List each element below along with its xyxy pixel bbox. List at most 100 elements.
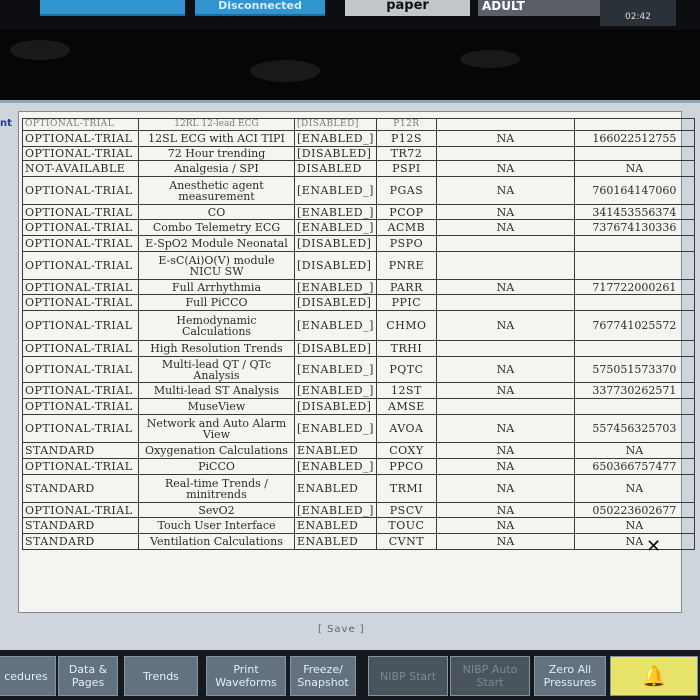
enabled-cell[interactable]: ENABLED bbox=[294, 474, 377, 503]
trial-cell: NA bbox=[435, 442, 575, 459]
enabled-cell[interactable]: [ENABLED_] bbox=[294, 458, 377, 475]
enabled-cell[interactable]: [DISABLED] bbox=[294, 235, 377, 252]
trial-cell: NA bbox=[435, 204, 575, 220]
code-cell: CHMO bbox=[375, 310, 437, 341]
feature-name-cell: Full PiCCO bbox=[138, 294, 295, 311]
feature-name-cell: CO bbox=[138, 204, 295, 220]
table-row[interactable]: OPTIONAL-TRIAL PiCCO [ENABLED_] PPCO NA 65036… bbox=[22, 458, 695, 475]
feature-name-cell: Ventilation Calculations bbox=[138, 533, 295, 550]
disconnected-button[interactable]: Disconnected bbox=[195, 0, 325, 16]
toolbar-button[interactable]: cedures bbox=[0, 656, 56, 696]
trial-cell bbox=[435, 235, 575, 252]
table-row[interactable]: STANDARD Oxygenation Calculations ENABLED C… bbox=[22, 442, 695, 459]
code-cell: PPIC bbox=[375, 294, 437, 311]
feature-name-cell: SevO2 bbox=[138, 502, 295, 518]
table-row[interactable]: OPTIONAL-TRIAL Multi-lead QT / QTc Analys… bbox=[22, 356, 695, 383]
top-status-bar: Disconnected paper ADULT 02:42 bbox=[0, 0, 700, 30]
code-cell: PSPO bbox=[375, 235, 437, 252]
enabled-cell[interactable]: [ENABLED_] bbox=[294, 382, 377, 399]
status-cell: OPTIONAL-TRIAL bbox=[22, 219, 139, 236]
alarm-bell-icon[interactable]: 🔔 bbox=[610, 656, 698, 696]
code-cell: PNRE bbox=[375, 251, 437, 280]
enabled-cell[interactable]: [DISABLED] bbox=[294, 398, 377, 415]
code-cell: TRHI bbox=[375, 340, 437, 357]
toolbar-button[interactable]: Trends bbox=[124, 656, 198, 696]
status-cell: OPTIONAL-TRIAL bbox=[22, 251, 139, 280]
close-icon[interactable]: ✕ bbox=[646, 536, 661, 557]
table-row[interactable]: OPTIONAL-TRIAL 12SL ECG with ACI TIPI [ENA… bbox=[22, 130, 695, 147]
table-row[interactable]: OPTIONAL-TRIAL Full PiCCO [DISABLED] PPIC bbox=[22, 294, 695, 311]
table-row[interactable]: OPTIONAL-TRIAL Combo Telemetry ECG [ENABLE… bbox=[22, 219, 695, 236]
table-row[interactable]: OPTIONAL-TRIAL CO [ENABLED_] PCOP NA 34145355… bbox=[22, 204, 695, 220]
table-row[interactable]: STANDARD Ventilation Calculations ENABLED C… bbox=[22, 533, 695, 550]
toolbar-button[interactable]: NIBP Auto Start bbox=[450, 656, 530, 696]
table-row[interactable]: OPTIONAL-TRIAL E-SpO2 Module Neonatal [DIS… bbox=[22, 235, 695, 252]
status-cell: OPTIONAL-TRIAL bbox=[22, 130, 139, 147]
enabled-cell[interactable]: ENABLED bbox=[294, 517, 377, 534]
enabled-cell[interactable]: ENABLED bbox=[294, 442, 377, 459]
toolbar-button[interactable]: Zero All Pressures bbox=[534, 656, 606, 696]
enabled-cell[interactable]: [DISABLED] bbox=[294, 251, 377, 280]
save-button[interactable]: [ Save ] bbox=[318, 624, 365, 635]
code-cell: ACMB bbox=[375, 219, 437, 236]
side-tab-label[interactable]: nt bbox=[0, 118, 12, 129]
toolbar-button[interactable]: Freeze/ Snapshot bbox=[290, 656, 356, 696]
enabled-cell[interactable]: DISABLED bbox=[294, 160, 377, 177]
key-cell: 737674130336 bbox=[573, 219, 695, 236]
table-row[interactable]: OPTIONAL-TRIAL 72 Hour trending [DISABLED]… bbox=[22, 146, 695, 161]
code-cell: COXY bbox=[375, 442, 437, 459]
enabled-cell[interactable]: [ENABLED_] bbox=[294, 310, 377, 341]
key-cell: 767741025572 bbox=[573, 310, 695, 341]
feature-options-table: OPTIONAL-TRIAL 12RL 12-lead ECG [DISABLE… bbox=[22, 118, 695, 550]
table-row[interactable]: OPTIONAL-TRIAL Multi-lead ST Analysis [ENA… bbox=[22, 382, 695, 399]
trial-cell: NA bbox=[435, 356, 575, 383]
enabled-cell[interactable]: [ENABLED_] bbox=[294, 219, 377, 236]
toolbar-button[interactable]: Print Waveforms bbox=[206, 656, 286, 696]
table-row[interactable]: STANDARD Real-time Trends / minitrends ENA… bbox=[22, 474, 695, 503]
paper-button[interactable]: paper bbox=[345, 0, 470, 16]
status-cell: STANDARD bbox=[22, 442, 139, 459]
table-row[interactable]: OPTIONAL-TRIAL MuseView [DISABLED] AMSE bbox=[22, 398, 695, 415]
connection-button[interactable] bbox=[40, 0, 185, 16]
table-row[interactable]: NOT-AVAILABLE Analgesia / SPI DISABLED PSPI… bbox=[22, 160, 695, 177]
table-row[interactable]: OPTIONAL-TRIAL Full Arrhythmia [ENABLED_] P… bbox=[22, 279, 695, 295]
enabled-cell[interactable]: [DISABLED] bbox=[294, 118, 377, 131]
code-cell: TR72 bbox=[375, 146, 437, 161]
toolbar-button[interactable]: NIBP Start bbox=[368, 656, 448, 696]
enabled-cell[interactable]: [ENABLED_] bbox=[294, 176, 377, 205]
code-cell: PCOP bbox=[375, 204, 437, 220]
table-row[interactable]: OPTIONAL-TRIAL Anesthetic agent measureme… bbox=[22, 176, 695, 205]
table-row[interactable]: OPTIONAL-TRIAL SevO2 [ENABLED_] PSCV NA 05022… bbox=[22, 502, 695, 518]
table-row[interactable]: OPTIONAL-TRIAL Hemodynamic Calculations [E… bbox=[22, 310, 695, 341]
toolbar-button[interactable]: Data & Pages bbox=[58, 656, 118, 696]
enabled-cell[interactable]: [ENABLED_] bbox=[294, 130, 377, 147]
table-row-partial: OPTIONAL-TRIAL 12RL 12-lead ECG [DISABLE… bbox=[22, 118, 695, 131]
key-cell bbox=[573, 294, 695, 311]
enabled-cell[interactable]: [ENABLED_] bbox=[294, 279, 377, 295]
table-row[interactable]: OPTIONAL-TRIAL High Resolution Trends [DIS… bbox=[22, 340, 695, 357]
enabled-cell[interactable]: [ENABLED_] bbox=[294, 414, 377, 443]
table-row[interactable]: OPTIONAL-TRIAL Network and Auto Alarm Vie… bbox=[22, 414, 695, 443]
enabled-cell[interactable]: [DISABLED] bbox=[294, 146, 377, 161]
key-cell: 650366757477 bbox=[573, 458, 695, 475]
trial-cell: NA bbox=[435, 130, 575, 147]
enabled-cell[interactable]: [ENABLED_] bbox=[294, 204, 377, 220]
code-cell: PGAS bbox=[375, 176, 437, 205]
enabled-cell[interactable]: [DISABLED] bbox=[294, 294, 377, 311]
enabled-cell[interactable]: [ENABLED_] bbox=[294, 502, 377, 518]
status-cell: OPTIONAL-TRIAL bbox=[22, 204, 139, 220]
trial-cell bbox=[435, 340, 575, 357]
enabled-cell[interactable]: [DISABLED] bbox=[294, 340, 377, 357]
table-row[interactable]: STANDARD Touch User Interface ENABLED TOUC N… bbox=[22, 517, 695, 534]
table-row[interactable]: OPTIONAL-TRIAL E-sC(Ai)O(V) module NICU S… bbox=[22, 251, 695, 280]
key-cell bbox=[573, 398, 695, 415]
feature-name-cell: Analgesia / SPI bbox=[138, 160, 295, 177]
feature-name-cell: Real-time Trends / minitrends bbox=[138, 474, 295, 503]
enabled-cell[interactable]: ENABLED bbox=[294, 533, 377, 550]
trial-cell bbox=[435, 118, 575, 131]
key-cell: 760164147060 bbox=[573, 176, 695, 205]
enabled-cell[interactable]: [ENABLED_] bbox=[294, 356, 377, 383]
feature-name-cell: 12RL 12-lead ECG bbox=[138, 118, 295, 131]
patient-category-label[interactable]: ADULT bbox=[478, 0, 602, 16]
feature-name-cell: Full Arrhythmia bbox=[138, 279, 295, 295]
